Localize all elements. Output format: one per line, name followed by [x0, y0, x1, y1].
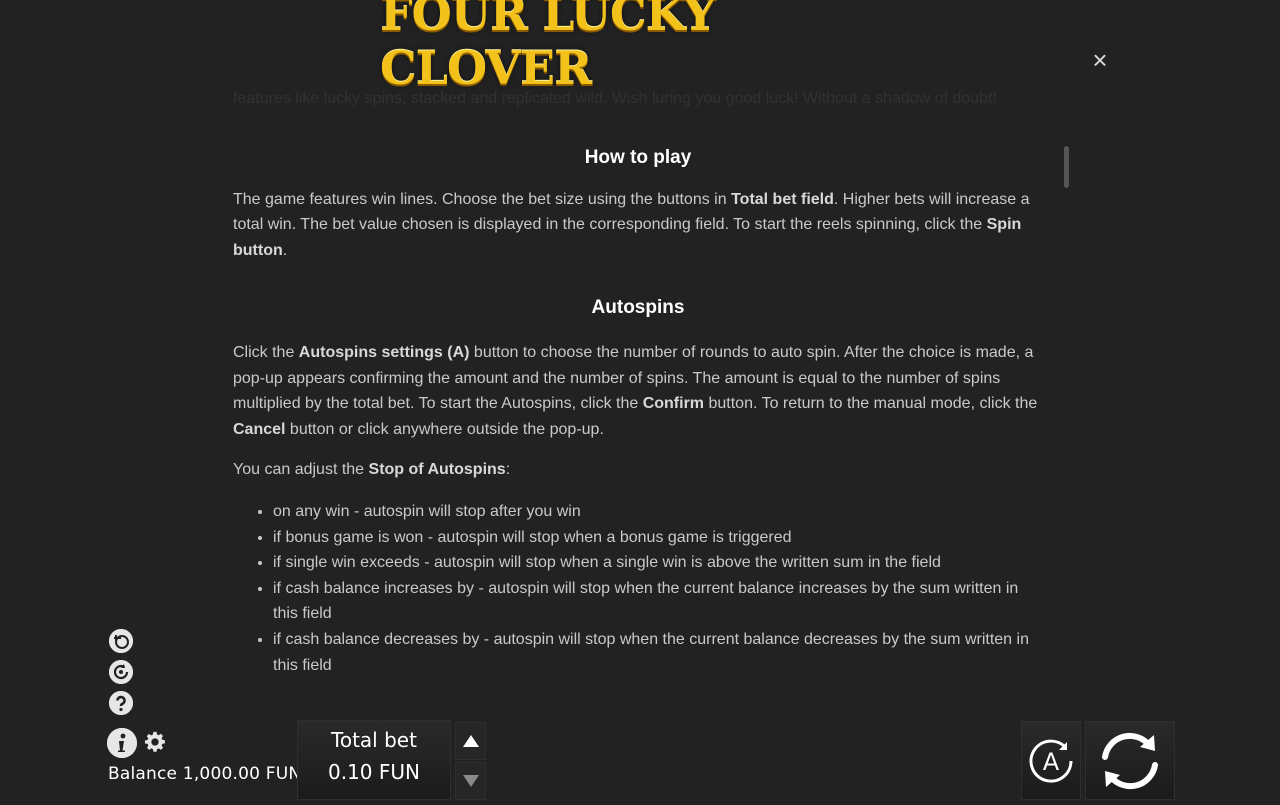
bet-increase-button[interactable] [455, 722, 486, 760]
autospin-letter: A [1043, 748, 1060, 776]
total-bet-value: 0.10 FUN [328, 760, 420, 784]
arrow-down-icon [462, 775, 479, 787]
bet-decrease-button[interactable] [455, 762, 486, 800]
list-item: if bonus game is won - autospin will sto… [273, 525, 1043, 551]
section-title-how-to-play: How to play [584, 147, 692, 168]
stop-conditions-list: on any win - autospin will stop after yo… [233, 499, 1043, 678]
section-title-autospins: Autospins [591, 297, 685, 319]
history-icon[interactable] [109, 660, 133, 684]
autospins-text: Click the Autospins settings (A) button … [233, 343, 1038, 438]
currency-icon[interactable] [109, 629, 133, 653]
list-item: if cash balance decreases by - autospin … [273, 627, 1043, 678]
autospins-settings-button[interactable]: A [1021, 721, 1081, 800]
balance-display: Balance 1,000.00 FUN [108, 764, 302, 784]
rules-content[interactable]: features like lucky spins, stacked and r… [233, 86, 1043, 700]
faded-text: features like lucky spins, stacked and r… [233, 90, 997, 107]
total-bet-field: Total bet 0.10 FUN [297, 720, 451, 800]
list-item: if single win exceeds - autospin will st… [273, 550, 1043, 576]
list-item: on any win - autospin will stop after yo… [273, 499, 1043, 525]
scrollbar-thumb[interactable] [1064, 146, 1069, 188]
how-to-play-text: The game features win lines. Choose the … [233, 190, 1030, 259]
game-logo: FOUR LUCKY CLOVER [380, 0, 716, 95]
spin-icon [1102, 732, 1158, 790]
info-icon[interactable] [107, 728, 137, 758]
stop-autospins-text: You can adjust the Stop of Autospins: [233, 461, 511, 479]
total-bet-label: Total bet [331, 728, 417, 752]
list-item: if cash balance increases by - autospin … [273, 576, 1043, 627]
autospin-icon: A [1029, 739, 1073, 783]
arrow-up-icon [462, 735, 479, 747]
close-button[interactable]: × [1088, 47, 1112, 73]
help-icon[interactable] [109, 691, 133, 715]
spin-button[interactable] [1085, 721, 1175, 800]
gear-icon[interactable] [144, 731, 166, 753]
